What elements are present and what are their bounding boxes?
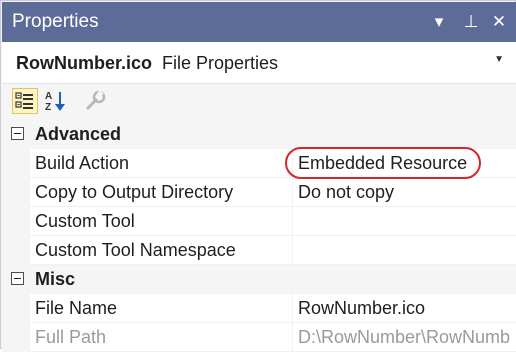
property-row[interactable]: Copy to Output Directory Do not copy bbox=[2, 178, 516, 207]
property-pages-icon[interactable] bbox=[82, 88, 108, 114]
category-label: Advanced bbox=[35, 124, 122, 144]
property-name: Custom Tool bbox=[35, 211, 135, 231]
object-selector[interactable]: RowNumber.ico File Properties ▼ bbox=[2, 42, 516, 84]
properties-toolbar: A Z bbox=[2, 84, 516, 120]
property-value[interactable]: RowNumber.ico bbox=[298, 298, 516, 319]
window-position-dropdown-icon[interactable]: ▾ bbox=[427, 9, 451, 35]
collapse-icon[interactable] bbox=[11, 272, 24, 285]
collapse-icon[interactable] bbox=[11, 127, 24, 140]
property-name: Build Action bbox=[35, 153, 130, 173]
property-row[interactable]: Custom Tool bbox=[2, 207, 516, 236]
property-value[interactable]: Do not copy bbox=[298, 182, 516, 203]
alphabetical-icon[interactable]: A Z bbox=[43, 88, 69, 114]
property-name: Custom Tool Namespace bbox=[35, 240, 236, 260]
panel-title: Properties bbox=[12, 11, 99, 32]
property-row[interactable]: Full Path D:\RowNumber\RowNumb bbox=[2, 323, 516, 352]
svg-text:Z: Z bbox=[45, 102, 51, 113]
property-name: Full Path bbox=[35, 327, 107, 347]
svg-text:A: A bbox=[45, 91, 52, 102]
category-misc[interactable]: Misc bbox=[2, 265, 516, 294]
pin-icon[interactable]: ⊥ bbox=[459, 9, 483, 35]
categorized-icon[interactable] bbox=[12, 88, 38, 114]
property-value: D:\RowNumber\RowNumb bbox=[298, 327, 511, 347]
property-row[interactable]: File Name RowNumber.ico bbox=[2, 294, 516, 323]
object-type: File Properties bbox=[162, 53, 279, 73]
category-label: Misc bbox=[35, 269, 76, 289]
close-icon[interactable]: ✕ bbox=[487, 9, 511, 35]
properties-panel: Properties ▾ ⊥ ✕ RowNumber.ico File Prop… bbox=[0, 0, 516, 352]
property-name: File Name bbox=[35, 298, 118, 318]
property-name: Copy to Output Directory bbox=[35, 182, 234, 202]
object-name: RowNumber.ico bbox=[16, 53, 153, 73]
title-bar: Properties ▾ ⊥ ✕ bbox=[2, 2, 516, 42]
category-advanced[interactable]: Advanced bbox=[2, 120, 516, 149]
chevron-down-icon[interactable]: ▼ bbox=[494, 54, 504, 65]
highlight-ring bbox=[285, 147, 481, 179]
property-row[interactable]: Custom Tool Namespace bbox=[2, 236, 516, 265]
